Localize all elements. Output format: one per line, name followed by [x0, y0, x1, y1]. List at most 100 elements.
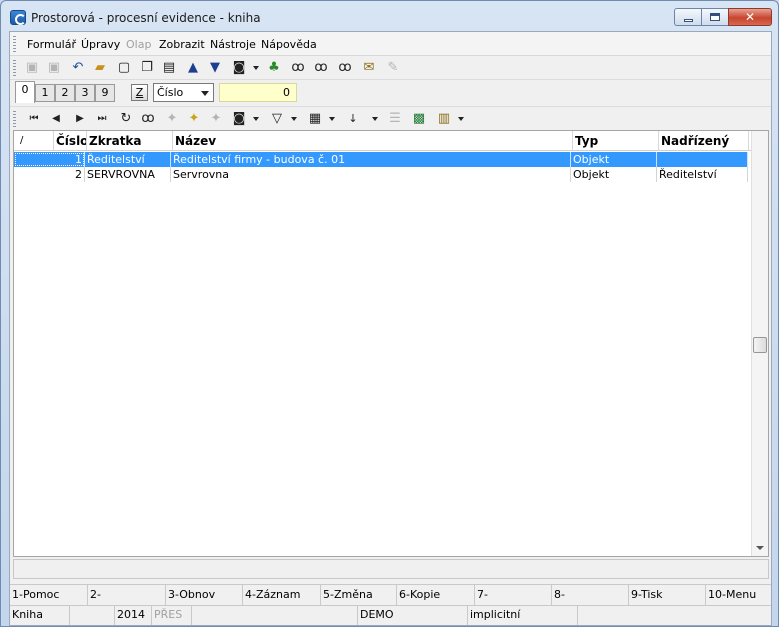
columns-dropdown-icon[interactable]: [329, 117, 335, 121]
fkey-5[interactable]: 5-Změna: [321, 585, 397, 605]
fkey-7[interactable]: 7-: [475, 585, 552, 605]
binoculars-next-icon[interactable]: ꝏ: [313, 60, 329, 76]
book-icon[interactable]: ▤: [161, 60, 177, 76]
columns-icon[interactable]: ▦: [307, 111, 323, 127]
mark-disabled-icon[interactable]: ✦: [164, 111, 180, 127]
menu-grip-icon[interactable]: [13, 36, 16, 52]
status-database: DEMO: [358, 606, 468, 625]
fkey-8[interactable]: 8-: [552, 585, 629, 605]
cell-nazev[interactable]: Servrovna: [171, 167, 571, 182]
vertical-scrollbar[interactable]: [751, 131, 768, 556]
prev-record-icon[interactable]: ◀: [48, 111, 64, 127]
sort-dropdown-icon[interactable]: [372, 117, 378, 121]
tree-icon[interactable]: ♣: [266, 60, 282, 76]
menu-napoveda[interactable]: Nápověda: [261, 38, 317, 51]
column-header-zkratka[interactable]: Zkratka: [87, 131, 173, 151]
fkey-9[interactable]: 9-Tisk: [629, 585, 706, 605]
copy-icon[interactable]: ❐: [139, 60, 155, 76]
status-mode: implicitní: [468, 606, 578, 625]
edit-disabled-icon[interactable]: ✎: [385, 60, 401, 76]
scrollbar-thumb[interactable]: [753, 337, 767, 353]
first-record-icon[interactable]: ⏮: [26, 111, 42, 127]
undo-icon[interactable]: ↶: [70, 60, 86, 76]
maximize-icon: [710, 13, 720, 21]
toolbar2-grip-icon[interactable]: [13, 111, 16, 127]
fkey-1[interactable]: 1-Pomoc: [10, 585, 88, 605]
camera-dropdown-icon[interactable]: [253, 117, 259, 121]
menu-olap[interactable]: Olap: [126, 38, 151, 51]
title-bar[interactable]: Prostorová - procesní evidence - kniha ✕: [1, 1, 778, 31]
cell-typ[interactable]: Objekt: [571, 167, 657, 182]
table-row[interactable]: 1 Ředitelství Ředitelství firmy - budova…: [14, 152, 748, 167]
fkey-4[interactable]: 4-Záznam: [243, 585, 321, 605]
application-window: Prostorová - procesní evidence - kniha ✕…: [0, 0, 779, 627]
refresh-icon[interactable]: ↻: [118, 111, 134, 127]
column-header-cislo[interactable]: Číslo: [54, 131, 87, 151]
tab-0[interactable]: 0: [15, 81, 35, 103]
new-document-icon[interactable]: ▢: [116, 60, 132, 76]
scroll-down-icon[interactable]: [756, 546, 764, 550]
close-icon: ✕: [744, 10, 756, 24]
menu-nastroje[interactable]: Nástroje: [210, 38, 256, 51]
list-disabled-icon[interactable]: ☰: [387, 111, 403, 127]
cell-zkratka[interactable]: Ředitelství: [85, 152, 171, 167]
maximize-button[interactable]: [701, 8, 728, 26]
status-empty-1: [70, 606, 115, 625]
table-row[interactable]: 2 SERVROVNA Servrovna Objekt Ředitelství: [14, 167, 748, 182]
binoculars-icon[interactable]: ꝏ: [290, 60, 306, 76]
fkey-10[interactable]: 10-Menu: [706, 585, 771, 605]
find-icon[interactable]: ꝏ: [140, 111, 156, 127]
mail-icon[interactable]: ✉: [361, 60, 377, 76]
add-mark-icon[interactable]: ✦: [186, 111, 202, 127]
menu-zobrazit[interactable]: Zobrazit: [159, 38, 205, 51]
sort-marker[interactable]: /: [14, 131, 54, 151]
save-icon[interactable]: ▣: [24, 60, 40, 76]
filter-dropdown-icon[interactable]: [291, 117, 297, 121]
sort-az-icon[interactable]: ↓: [345, 111, 361, 127]
tab-2[interactable]: 2: [55, 84, 75, 102]
cell-cislo[interactable]: 1: [14, 152, 85, 167]
cell-nadrizeny[interactable]: Ředitelství: [657, 167, 748, 182]
remove-mark-icon[interactable]: ✦: [208, 111, 224, 127]
cell-nadrizeny[interactable]: [657, 152, 748, 167]
report-icon[interactable]: ▥: [436, 111, 452, 127]
cell-typ[interactable]: Objekt: [571, 152, 657, 167]
tab-9[interactable]: 9: [95, 84, 115, 102]
column-header-nadrizeny[interactable]: Nadřízený: [659, 131, 749, 151]
status-book: Kniha: [10, 606, 70, 625]
column-header-typ[interactable]: Typ: [573, 131, 659, 151]
sort-field-select[interactable]: Číslo: [153, 83, 214, 102]
fkey-3[interactable]: 3-Obnov: [166, 585, 243, 605]
tab-1[interactable]: 1: [35, 84, 55, 102]
sort-direction-button[interactable]: Z: [131, 84, 148, 101]
report-dropdown-icon[interactable]: [458, 117, 464, 121]
open-folder-icon[interactable]: ▰: [92, 60, 108, 76]
search-input[interactable]: 0: [219, 83, 297, 102]
cell-cislo[interactable]: 2: [14, 167, 85, 182]
status-empty-3: [578, 606, 771, 625]
camera-dropdown-icon[interactable]: [253, 66, 259, 70]
navigation-toolbar: ⏮ ◀ ▶ ⏭ ↻ ꝏ ✦ ✦ ✦ ◙ ▽ ▦ ↓ ☰ ▩ ▥: [10, 106, 771, 130]
binoculars-prev-icon[interactable]: ꝏ: [337, 60, 353, 76]
camera-icon[interactable]: ◙: [231, 111, 247, 127]
cell-zkratka[interactable]: SERVROVNA: [85, 167, 171, 182]
camera-icon[interactable]: ◙: [231, 60, 247, 76]
filter-icon[interactable]: ▽: [269, 111, 285, 127]
fkey-6[interactable]: 6-Kopie: [397, 585, 475, 605]
tab-3[interactable]: 3: [75, 84, 95, 102]
column-header-nazev[interactable]: Název: [173, 131, 573, 151]
menu-upravy[interactable]: Úpravy: [81, 38, 120, 51]
menu-formular[interactable]: Formulář: [27, 38, 76, 51]
cell-nazev[interactable]: Ředitelství firmy - budova č. 01: [171, 152, 571, 167]
next-record-icon[interactable]: ▶: [72, 111, 88, 127]
last-record-icon[interactable]: ⏭: [94, 111, 110, 127]
fkey-2[interactable]: 2-: [88, 585, 166, 605]
arrow-down-icon[interactable]: ▼: [207, 60, 223, 76]
minimize-button[interactable]: [674, 8, 701, 26]
close-button[interactable]: ✕: [728, 8, 772, 26]
arrow-up-icon[interactable]: ▲: [185, 60, 201, 76]
excel-icon[interactable]: ▩: [411, 111, 427, 127]
save-disabled-icon[interactable]: ▣: [46, 60, 62, 76]
toolbar-grip-icon[interactable]: [13, 60, 16, 76]
page-tabs: 0 1 2 3 9: [10, 81, 771, 103]
